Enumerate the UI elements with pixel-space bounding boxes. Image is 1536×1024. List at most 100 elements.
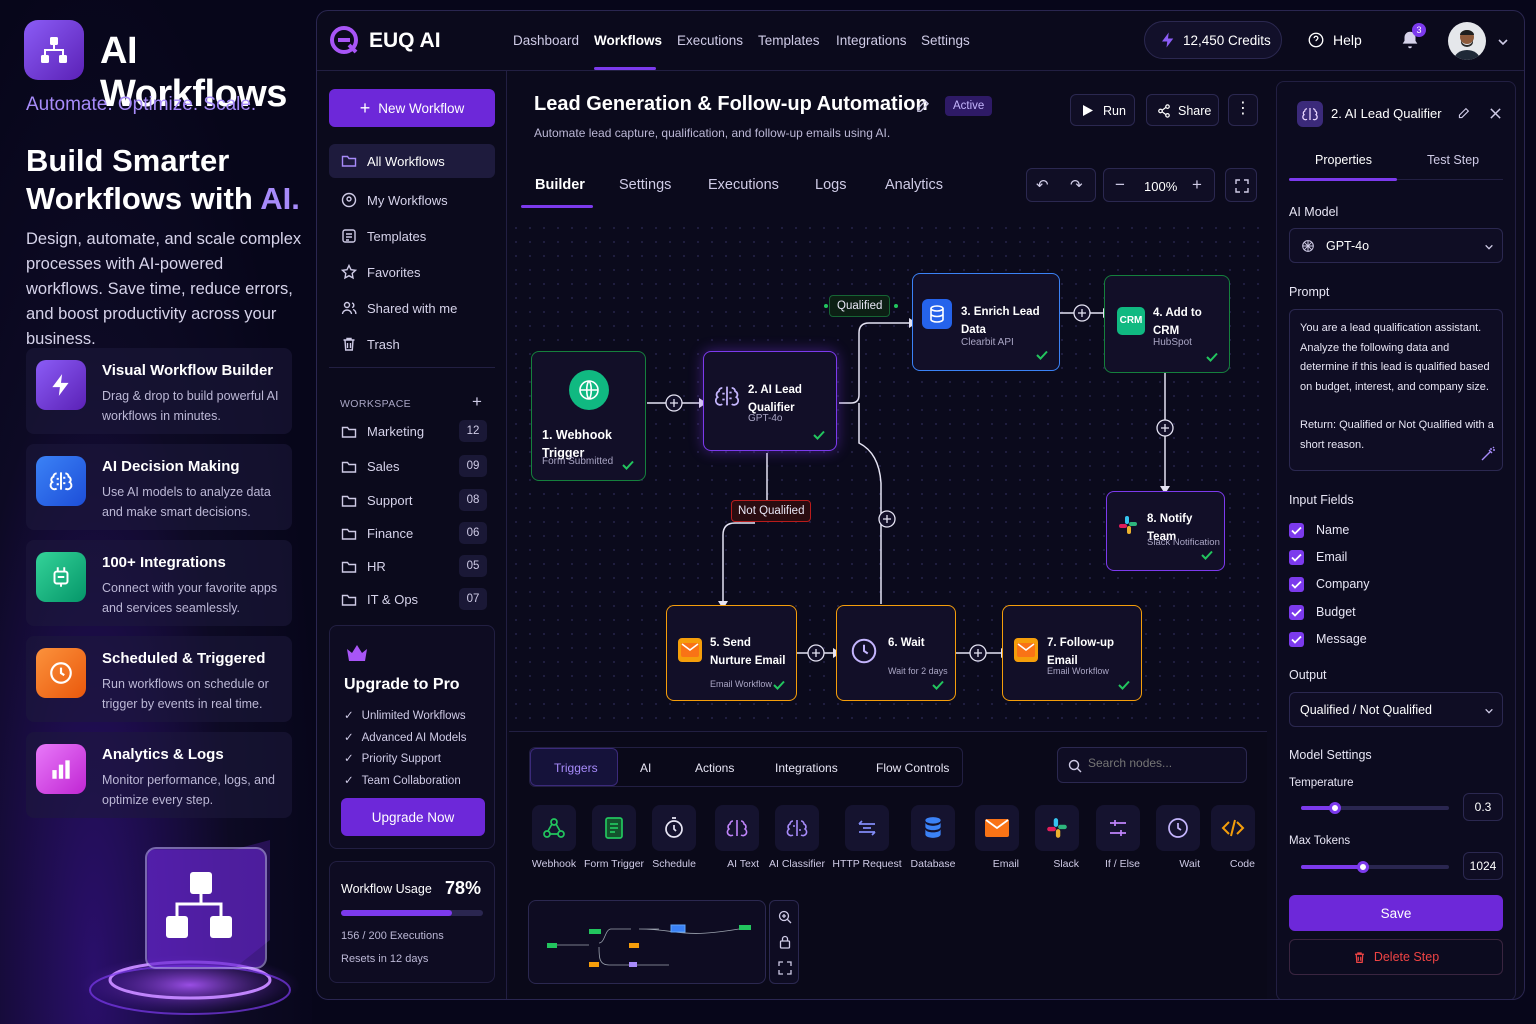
node-ai-lead-qualifier[interactable]: 2. AI Lead Qualifier GPT-4o <box>703 351 837 451</box>
node-send-nurture-email[interactable]: 5. Send Nurture Email Email Workflow <box>666 605 797 701</box>
panel-tab-properties[interactable]: Properties <box>1315 153 1372 167</box>
palette-item-webhook[interactable]: Webhook <box>532 805 576 872</box>
chevron-down-icon[interactable] <box>1497 36 1509 48</box>
undo-icon[interactable]: ↶ <box>1036 176 1049 194</box>
notifications-button[interactable]: 3 <box>1399 23 1426 53</box>
node-enrich-lead-data[interactable]: 3. Enrich Lead Data Clearbit API <box>912 273 1060 371</box>
share-button[interactable]: Share <box>1146 94 1219 126</box>
sidebar-item-my-workflows[interactable]: My Workflows <box>329 183 495 217</box>
palette-tab-ai[interactable]: AI <box>640 761 651 775</box>
palette-item-ai-classifier[interactable]: AI Classifier <box>769 805 825 872</box>
edit-icon[interactable] <box>1457 107 1470 120</box>
max-tokens-input[interactable]: 1024 <box>1463 852 1503 880</box>
ai-model-select[interactable]: GPT-4o <box>1289 228 1503 263</box>
palette-tab-triggers[interactable]: Triggers <box>554 761 598 775</box>
workspace-item-marketing[interactable]: Marketing 12 <box>329 418 487 446</box>
node-search[interactable] <box>1057 747 1247 783</box>
zoom-in-icon[interactable] <box>778 910 792 924</box>
slack-icon <box>1035 805 1079 851</box>
nav-settings[interactable]: Settings <box>921 33 970 48</box>
tab-logs[interactable]: Logs <box>815 177 846 193</box>
sidebar-item-templates[interactable]: Templates <box>329 219 495 253</box>
fit-view-icon[interactable] <box>778 961 792 975</box>
credits-badge[interactable]: 12,450 Credits <box>1144 21 1282 59</box>
nav-integrations[interactable]: Integrations <box>836 33 907 48</box>
palette-tab-flow-controls[interactable]: Flow Controls <box>876 761 949 775</box>
workspace-item-hr[interactable]: HR 05 <box>329 553 487 581</box>
save-button[interactable]: Save <box>1289 895 1503 931</box>
node-notify-team[interactable]: 8. Notify Team Slack Notification <box>1106 491 1225 571</box>
minimap[interactable] <box>528 900 766 984</box>
delete-step-button[interactable]: Delete Step <box>1289 939 1503 975</box>
sidebar-item-favorites[interactable]: Favorites <box>329 255 495 289</box>
palette-tab-integrations[interactable]: Integrations <box>775 761 838 775</box>
panel-tab-indicator <box>1289 178 1397 181</box>
notification-badge: 3 <box>1412 23 1426 37</box>
node-title: 7. Follow-up Email <box>1047 637 1115 667</box>
nav-executions[interactable]: Executions <box>677 33 743 48</box>
sidebar-item-trash[interactable]: Trash <box>329 327 495 361</box>
node-follow-up-email[interactable]: 7. Follow-up Email Email Workflow <box>1002 605 1142 701</box>
workspace-item-sales[interactable]: Sales 09 <box>329 453 487 481</box>
zoom-in-icon[interactable]: + <box>1192 175 1202 195</box>
workspace-item-it-ops[interactable]: IT & Ops 07 <box>329 586 487 614</box>
search-input[interactable] <box>1088 756 1238 770</box>
palette-item-if-else[interactable]: If / Else <box>1096 805 1140 872</box>
palette-item-http-request[interactable]: HTTP Request <box>832 805 902 872</box>
slider-thumb[interactable] <box>1329 802 1342 814</box>
palette-item-code[interactable]: Code <box>1211 805 1255 872</box>
magic-wand-icon[interactable] <box>1480 446 1496 462</box>
prompt-textarea[interactable]: You are a lead qualification assistant. … <box>1289 309 1503 471</box>
checkbox-company[interactable] <box>1289 577 1304 592</box>
workspace-item-finance[interactable]: Finance 06 <box>329 520 487 548</box>
tab-settings[interactable]: Settings <box>619 177 671 193</box>
new-workflow-button[interactable]: + New Workflow <box>329 89 495 127</box>
run-button[interactable]: Run <box>1070 94 1135 126</box>
checkbox-budget[interactable] <box>1289 605 1304 620</box>
redo-icon[interactable]: ↷ <box>1070 176 1083 194</box>
avatar[interactable] <box>1448 22 1486 60</box>
tab-builder[interactable]: Builder <box>535 177 585 193</box>
fullscreen-button[interactable] <box>1225 168 1257 202</box>
max-tokens-slider[interactable] <box>1301 861 1449 873</box>
add-workspace-button[interactable]: + <box>472 392 482 412</box>
node-webhook-trigger[interactable]: 1. Webhook Trigger Form Submitted <box>531 351 646 481</box>
palette-tab-actions[interactable]: Actions <box>695 761 734 775</box>
sidebar-item-all-workflows[interactable]: All Workflows <box>329 144 495 178</box>
node-add-to-crm[interactable]: CRM 4. Add to CRM HubSpot <box>1104 275 1230 373</box>
temperature-slider[interactable] <box>1301 802 1449 814</box>
upgrade-now-button[interactable]: Upgrade Now <box>341 798 485 836</box>
edit-icon[interactable] <box>915 99 930 114</box>
nav-templates[interactable]: Templates <box>758 33 820 48</box>
checkbox-email[interactable] <box>1289 550 1304 565</box>
feature-card: 100+ Integrations Connect with your favo… <box>26 540 292 626</box>
user-circle-icon <box>341 192 357 208</box>
palette-item-wait[interactable]: Wait <box>1156 805 1200 872</box>
node-wait[interactable]: 6. Wait Wait for 2 days <box>836 605 956 701</box>
tab-analytics[interactable]: Analytics <box>885 177 943 193</box>
tab-executions[interactable]: Executions <box>708 177 779 193</box>
folder-icon <box>341 561 357 573</box>
palette-item-database[interactable]: Database <box>911 805 955 872</box>
checkbox-name[interactable] <box>1289 523 1304 538</box>
checkbox-message[interactable] <box>1289 632 1304 647</box>
workflow-canvas[interactable]: Qualified Not Qualified 1. Webhook Trigg… <box>509 221 1267 731</box>
close-icon[interactable] <box>1489 107 1502 120</box>
output-select[interactable]: Qualified / Not Qualified <box>1289 692 1503 727</box>
palette-item-email[interactable]: Email <box>975 805 1019 872</box>
zoom-out-icon[interactable]: − <box>1115 175 1125 195</box>
sidebar-item-shared[interactable]: Shared with me <box>329 291 495 325</box>
check-icon <box>1291 553 1302 562</box>
panel-tab-test-step[interactable]: Test Step <box>1427 153 1479 167</box>
more-options-button[interactable]: ⋮ <box>1228 94 1258 126</box>
palette-item-ai-text[interactable]: AI Text <box>715 805 759 872</box>
temperature-input[interactable]: 0.3 <box>1463 793 1503 821</box>
palette-item-slack[interactable]: Slack <box>1035 805 1079 872</box>
nav-dashboard[interactable]: Dashboard <box>513 33 579 48</box>
workspace-item-support[interactable]: Support 08 <box>329 487 487 515</box>
palette-item-schedule[interactable]: Schedule <box>652 805 696 872</box>
palette-item-form-trigger[interactable]: Form Trigger <box>584 805 644 872</box>
nav-workflows[interactable]: Workflows <box>594 33 662 48</box>
workspace-name: Marketing <box>367 424 425 439</box>
lock-icon[interactable] <box>778 935 792 949</box>
